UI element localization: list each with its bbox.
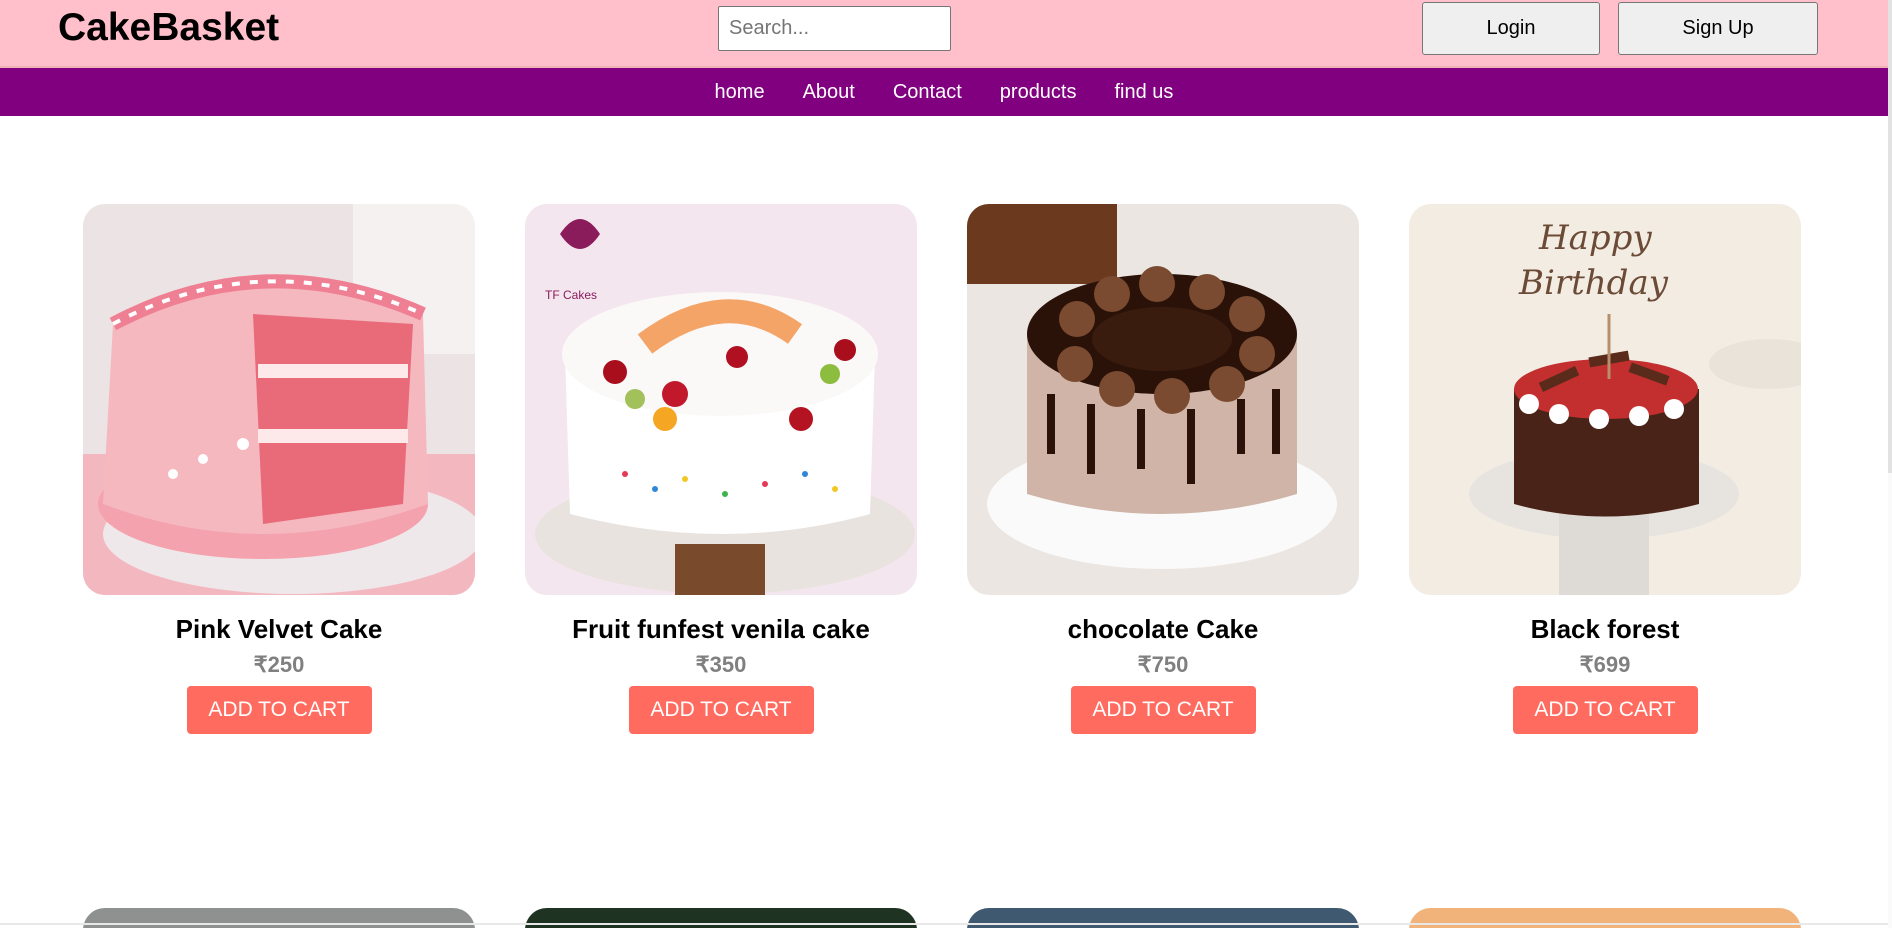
product-name: Fruit funfest venila cake: [572, 614, 870, 644]
product-image-black-forest[interactable]: Happy Birthday: [1409, 204, 1801, 595]
nav-products[interactable]: products: [981, 81, 1096, 104]
product-image-chocolate-cake[interactable]: [967, 204, 1359, 595]
page: CakeBasket Login Sign Up home About Cont…: [0, 0, 1892, 928]
signup-button[interactable]: Sign Up: [1618, 2, 1818, 55]
pink-velvet-cake-illustration: [83, 204, 475, 595]
add-to-cart-button[interactable]: ADD TO CART: [186, 686, 372, 734]
product-image-peek[interactable]: [83, 908, 475, 928]
main-nav: home About Contact products find us: [0, 68, 1888, 116]
product-image-pink-velvet[interactable]: [83, 204, 475, 595]
topper-birthday-text: Birthday: [1518, 263, 1669, 303]
product-name: chocolate Cake: [1067, 614, 1259, 644]
nav-find-us[interactable]: find us: [1096, 81, 1193, 104]
header-bar: CakeBasket Login Sign Up: [0, 0, 1888, 68]
black-forest-cake-illustration: Happy Birthday: [1409, 204, 1801, 595]
product-card: Happy Birthday Black forest ₹699 ADD TO …: [1409, 204, 1801, 734]
fruit-cake-illustration: TF Cakes: [525, 204, 917, 595]
product-name: Pink Velvet Cake: [175, 614, 383, 644]
chocolate-cake-illustration: [967, 204, 1359, 595]
add-to-cart-button[interactable]: ADD TO CART: [1070, 686, 1256, 734]
login-button[interactable]: Login: [1422, 2, 1600, 55]
product-name: Black forest: [1530, 614, 1680, 644]
search-input[interactable]: [718, 6, 951, 51]
product-price: ₹350: [695, 652, 747, 677]
product-price: ₹750: [1137, 652, 1189, 677]
product-card: chocolate Cake ₹750 ADD TO CART: [967, 204, 1359, 734]
nav-contact[interactable]: Contact: [874, 81, 981, 104]
product-image-fruit-funfest[interactable]: TF Cakes: [525, 204, 917, 595]
product-image-peek[interactable]: [1409, 908, 1801, 928]
product-price: ₹699: [1579, 652, 1631, 677]
nav-about[interactable]: About: [784, 81, 874, 104]
add-to-cart-button[interactable]: ADD TO CART: [1512, 686, 1698, 734]
add-to-cart-button[interactable]: ADD TO CART: [628, 686, 814, 734]
product-card: TF Cakes Fruit funfest venila cake ₹350 …: [525, 204, 917, 734]
viewport-edge: [0, 923, 1888, 925]
product-price: ₹250: [253, 652, 305, 677]
topper-happy-text: Happy: [1538, 218, 1652, 258]
scrollbar-thumb[interactable]: [1888, 0, 1892, 473]
product-image-peek[interactable]: [525, 908, 917, 928]
nav-home[interactable]: home: [696, 81, 784, 104]
tf-cakes-logo-text: TF Cakes: [545, 288, 597, 302]
product-image-peek[interactable]: [967, 908, 1359, 928]
product-card: Pink Velvet Cake ₹250 ADD TO CART: [83, 204, 475, 734]
brand-logo[interactable]: CakeBasket: [58, 6, 279, 50]
